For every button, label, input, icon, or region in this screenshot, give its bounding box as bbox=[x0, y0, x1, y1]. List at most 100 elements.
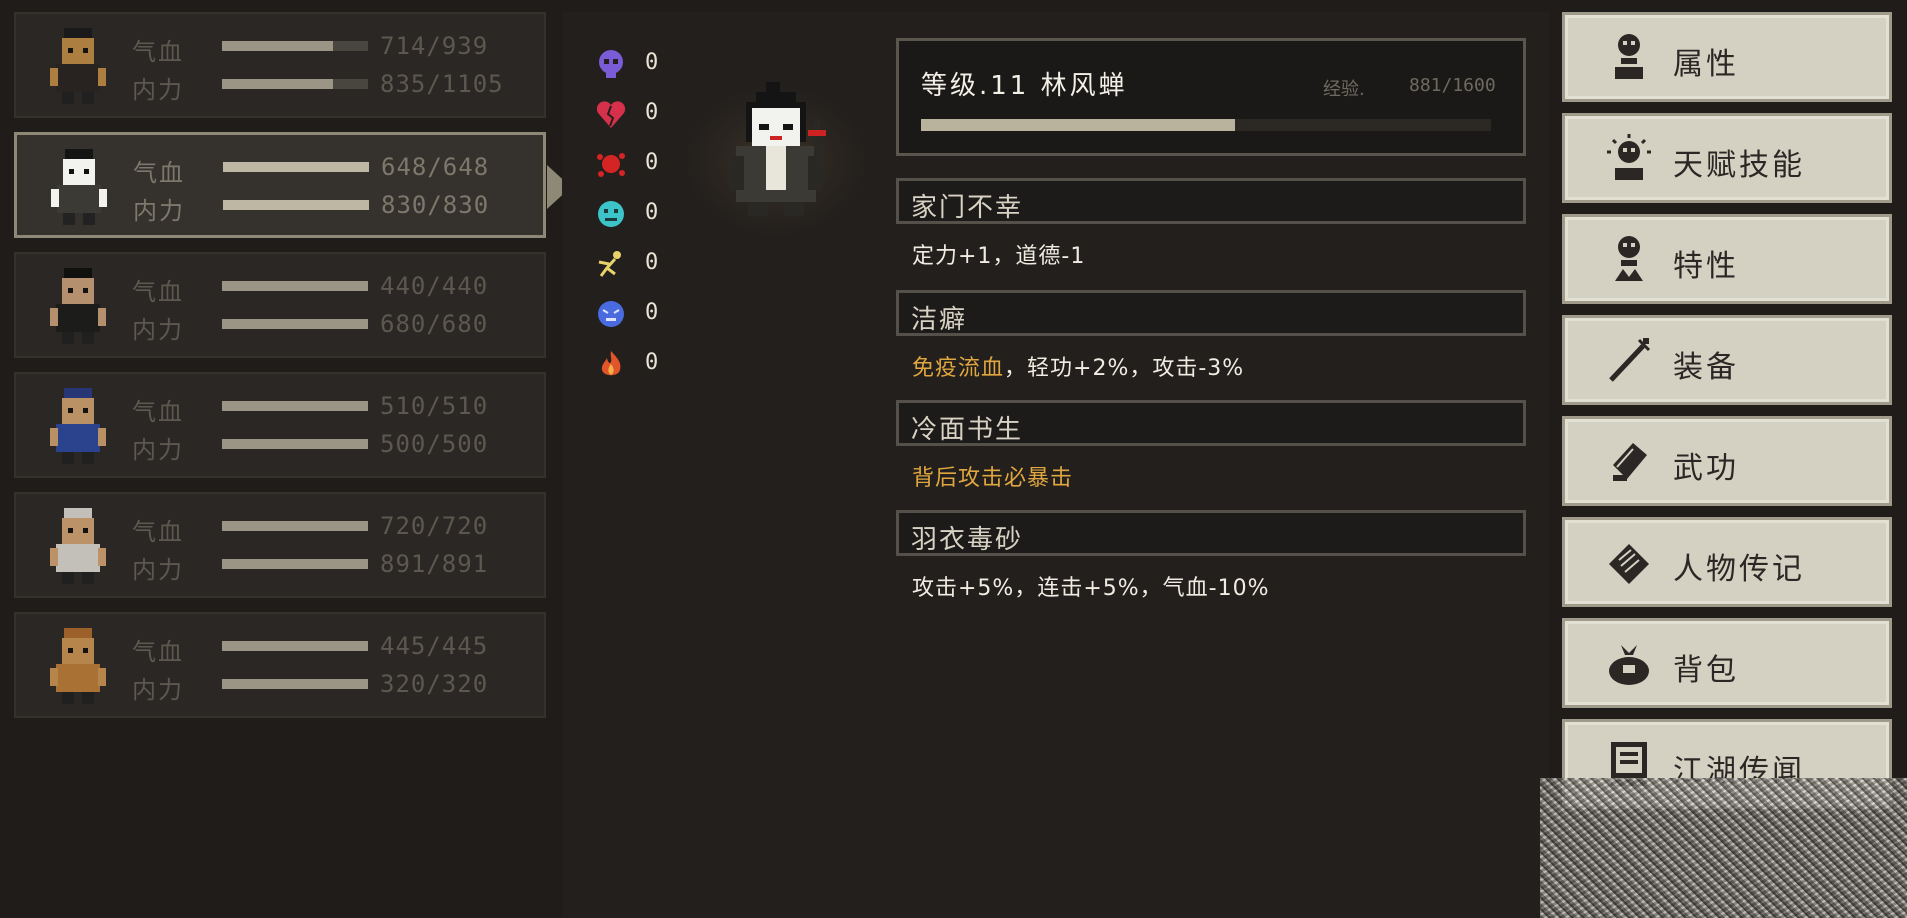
level-box: 等级.11 林风蝉 经验. 881/1600 bbox=[896, 38, 1526, 156]
party-member-card[interactable]: 气血 648/648 内力 830/830 bbox=[14, 132, 571, 238]
character-trait-icon bbox=[1615, 236, 1643, 281]
resistance-item: 0 bbox=[595, 94, 675, 144]
trait-effect-text: ，轻功+2%，攻击-3% bbox=[1004, 356, 1245, 381]
resistance-item: 0 bbox=[595, 294, 675, 344]
mp-bar bbox=[222, 679, 368, 689]
resistance-item: 0 bbox=[595, 194, 675, 244]
mp-bar bbox=[222, 79, 368, 89]
hp-bar-fill bbox=[222, 641, 368, 651]
broken-heart-icon bbox=[596, 101, 626, 128]
menu-button-label: 装备 bbox=[1673, 350, 1739, 385]
mp-bar-fill bbox=[222, 79, 333, 89]
party-member-card[interactable]: 气血 720/720 内力 891/891 bbox=[14, 492, 546, 598]
level-title: 等级.11 林风蝉 bbox=[921, 71, 1128, 101]
menu-button-label: 天赋技能 bbox=[1673, 148, 1805, 183]
resistance-item: 0 bbox=[595, 344, 675, 394]
hero-portrait bbox=[696, 80, 856, 230]
side-menu: 属性 天赋技能 特性 装备 武功 人物传记 背包 江湖传闻 bbox=[1562, 12, 1892, 820]
mp-bar-fill bbox=[222, 319, 368, 329]
poison-face-icon bbox=[598, 201, 624, 227]
party-member-card[interactable]: 气血 440/440 内力 680/680 bbox=[14, 252, 546, 358]
stunned-figure-icon bbox=[598, 251, 621, 277]
trait-entry[interactable]: 羽衣毒砂 攻击+5%，连击+5%，气血-10% bbox=[896, 510, 1526, 602]
menu-button-label: 属性 bbox=[1673, 47, 1739, 82]
hp-label: 气血 bbox=[132, 518, 184, 546]
hp-bar-fill bbox=[222, 281, 368, 291]
mp-label: 内力 bbox=[132, 76, 184, 104]
menu-button[interactable]: 装备 bbox=[1562, 315, 1892, 405]
hp-label: 气血 bbox=[132, 38, 184, 66]
mp-bar bbox=[222, 319, 368, 329]
hp-label: 气血 bbox=[132, 638, 184, 666]
trait-entry[interactable]: 洁癖 免疫流血，轻功+2%，攻击-3% bbox=[896, 290, 1526, 382]
resistance-value: 0 bbox=[645, 50, 659, 75]
mp-bar-fill bbox=[222, 679, 368, 689]
trait-entry[interactable]: 家门不幸 定力+1，道德-1 bbox=[896, 178, 1526, 270]
party-member-card[interactable]: 气血 445/445 内力 320/320 bbox=[14, 612, 546, 718]
mp-value: 680/680 bbox=[380, 310, 489, 338]
mp-value: 891/891 bbox=[380, 550, 489, 578]
mp-label: 内力 bbox=[132, 556, 184, 584]
hp-value: 445/445 bbox=[380, 632, 489, 660]
party-member-card[interactable]: 气血 714/939 内力 835/1105 bbox=[14, 12, 546, 118]
exp-bar bbox=[921, 119, 1491, 131]
menu-button[interactable]: 天赋技能 bbox=[1562, 113, 1892, 203]
mp-bar bbox=[222, 559, 368, 569]
trait-effect-text: 定力+1，道德-1 bbox=[912, 244, 1086, 269]
menu-button[interactable]: 人物传记 bbox=[1562, 517, 1892, 607]
trait-entry[interactable]: 冷面书生 背后攻击必暴击 bbox=[896, 400, 1526, 492]
party-member-portrait bbox=[39, 145, 119, 229]
hp-value: 714/939 bbox=[380, 32, 489, 60]
party-member-card[interactable]: 气血 510/510 内力 500/500 bbox=[14, 372, 546, 478]
trait-name: 冷面书生 bbox=[911, 415, 1024, 445]
hp-bar-fill bbox=[223, 162, 369, 172]
hp-bar-fill bbox=[222, 401, 368, 411]
blood-splat-icon bbox=[597, 153, 625, 177]
menu-button[interactable]: 特性 bbox=[1562, 214, 1892, 304]
trait-description: 定力+1，道德-1 bbox=[912, 238, 1526, 270]
character-silhouette-icon bbox=[1615, 34, 1643, 79]
resistance-value: 0 bbox=[645, 150, 659, 175]
resistance-item: 0 bbox=[595, 44, 675, 94]
hp-label: 气血 bbox=[132, 278, 184, 306]
hp-bar bbox=[222, 281, 368, 291]
mp-label: 内力 bbox=[132, 316, 184, 344]
exp-bar-fill bbox=[921, 119, 1235, 131]
bag-icon bbox=[1609, 645, 1649, 685]
trait-description: 背后攻击必暴击 bbox=[912, 460, 1526, 492]
exp-label: 经验. bbox=[1323, 79, 1365, 100]
mp-label: 内力 bbox=[132, 436, 184, 464]
mp-bar-fill bbox=[223, 200, 369, 210]
mp-bar bbox=[222, 439, 368, 449]
flame-icon bbox=[601, 351, 621, 376]
party-list: 气血 714/939 内力 835/1105 气血 648/648 内力 830… bbox=[14, 12, 571, 732]
radiant-head-icon bbox=[1607, 134, 1651, 180]
party-member-portrait bbox=[38, 264, 118, 348]
menu-button[interactable]: 属性 bbox=[1562, 12, 1892, 102]
mp-label: 内力 bbox=[132, 676, 184, 704]
resistance-value: 0 bbox=[645, 100, 659, 125]
resistance-value: 0 bbox=[645, 250, 659, 275]
menu-button-label: 人物传记 bbox=[1673, 552, 1805, 587]
hp-label: 气血 bbox=[132, 398, 184, 426]
menu-button[interactable]: 背包 bbox=[1562, 618, 1892, 708]
mp-value: 500/500 bbox=[380, 430, 489, 458]
mp-label: 内力 bbox=[133, 197, 185, 225]
trait-special-effect: 背后攻击必暴击 bbox=[912, 466, 1074, 491]
hp-bar bbox=[222, 641, 368, 651]
resistance-item: 0 bbox=[595, 144, 675, 194]
trait-header: 家门不幸 bbox=[896, 178, 1526, 224]
trait-special-effect: 免疫流血 bbox=[912, 356, 1005, 381]
trait-description: 免疫流血，轻功+2%，攻击-3% bbox=[912, 350, 1526, 382]
menu-button[interactable]: 武功 bbox=[1562, 416, 1892, 506]
party-member-portrait bbox=[38, 384, 118, 468]
hp-bar-fill bbox=[222, 521, 368, 531]
static-noise-overlay bbox=[1540, 778, 1907, 918]
hp-value: 440/440 bbox=[380, 272, 489, 300]
mp-bar bbox=[223, 200, 369, 210]
party-member-portrait bbox=[38, 504, 118, 588]
scroll-icon bbox=[1609, 544, 1649, 584]
resistance-item: 0 bbox=[595, 244, 675, 294]
resistance-list: 0 0 0 0 0 0 0 bbox=[595, 44, 675, 394]
trait-name: 羽衣毒砂 bbox=[911, 525, 1024, 555]
